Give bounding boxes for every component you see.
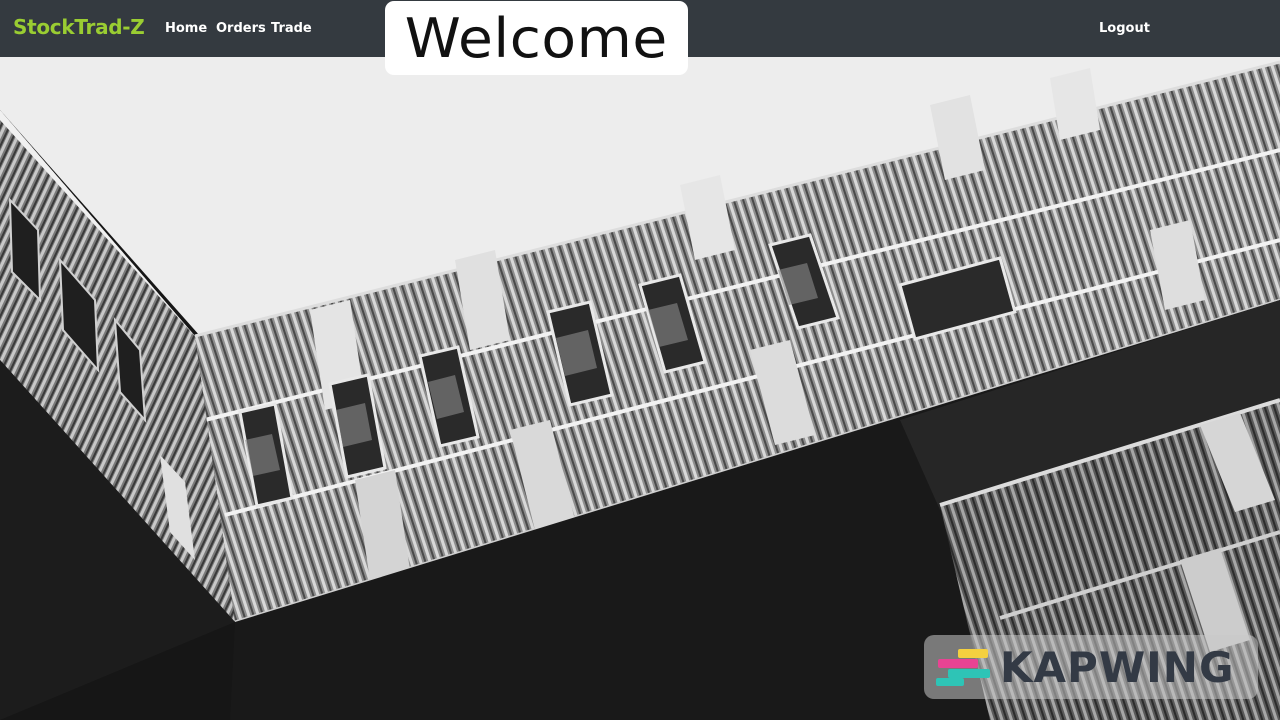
kapwing-logo-icon [936, 649, 990, 686]
nav-home-link[interactable]: Home [165, 21, 207, 36]
nav-orders-link[interactable]: Orders [216, 21, 266, 36]
logout-link[interactable]: Logout [1099, 21, 1150, 36]
nav-trade-link[interactable]: Trade [271, 21, 312, 36]
welcome-heading: Welcome [404, 6, 669, 70]
kapwing-text: KAPWING [1000, 643, 1235, 692]
brand-link[interactable]: StockTrad-Z [13, 15, 145, 39]
welcome-banner: Welcome [385, 1, 688, 75]
building-facade-image [0, 57, 1280, 720]
kapwing-watermark: KAPWING [924, 635, 1258, 699]
page: StockTrad-Z Home Orders Trade Logout Wel… [0, 0, 1280, 720]
